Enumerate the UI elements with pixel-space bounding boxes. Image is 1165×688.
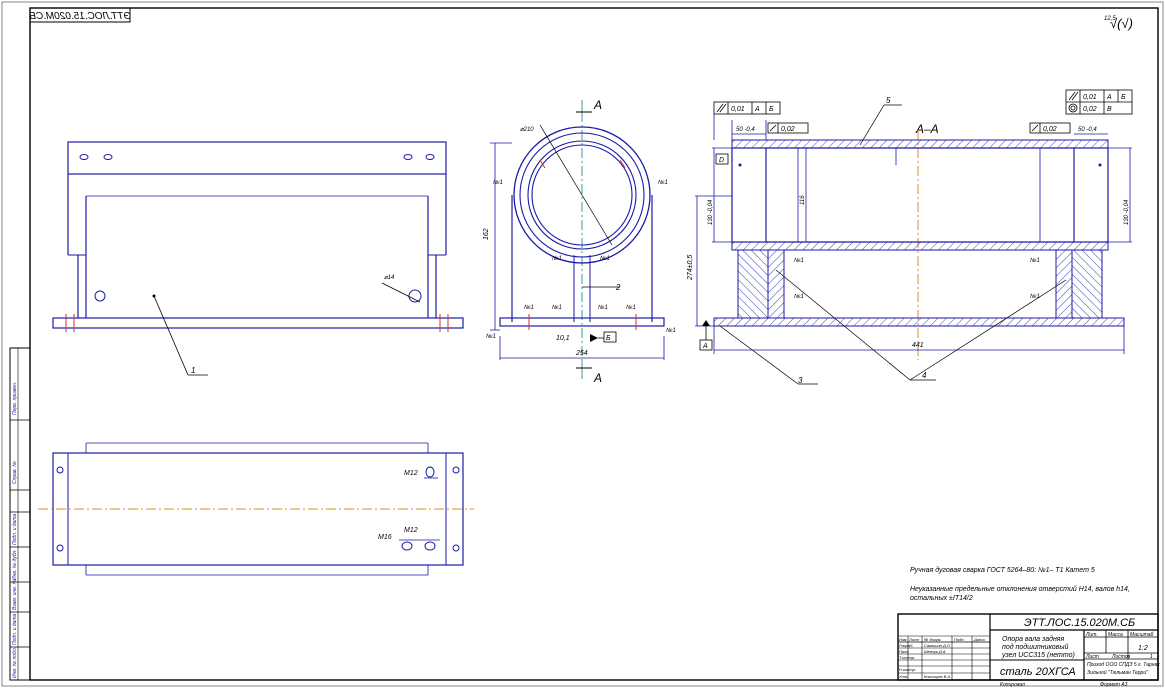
leader-1-label: 1 — [191, 366, 195, 375]
section-marker-bottom: А — [593, 371, 602, 385]
weld-n1-n: №1 — [1030, 293, 1040, 300]
row-prov: Пров. — [899, 649, 910, 654]
tol-parallel: 0,01 — [731, 106, 745, 113]
technical-notes: Ручная дуговая сварка ГОСТ 5264–80: №1– … — [910, 566, 1130, 602]
tol-parallel-ref-b: Б — [769, 106, 774, 113]
weld-n1-d: №1 — [600, 255, 610, 262]
side-podp-date2: Подп. и дата — [12, 613, 18, 645]
title-name-1: Опора вала задняя — [1002, 635, 1065, 643]
tol-right-flat: 0,02 — [1043, 126, 1057, 133]
title-block: Лит. Масса Масштаб 1:2 Лист Листов 1 При… — [897, 613, 1160, 681]
title-code: ЭТТ.ЛОС.15.020М.СБ — [1024, 617, 1135, 629]
weld-n1-l: №1 — [1030, 257, 1040, 264]
tol-right-1: 0,01 — [1083, 94, 1097, 101]
leader-3-label: 3 — [798, 376, 803, 385]
thread-m12-top: М12 — [404, 470, 418, 477]
dim-50-right: 50 -0,4 — [1078, 127, 1097, 133]
thread-m16: М16 — [378, 534, 392, 541]
top-view: М12 М12 М16 — [38, 442, 474, 576]
company-line-2: Зильной "Тюльман Терри" — [1087, 669, 1148, 676]
side-vzam-inv: Взам. инв. № — [12, 578, 18, 610]
side-stamp: Перв. примен. Справ. № Подп. и дата Инв.… — [9, 347, 31, 681]
copied-label: Копировал — [1000, 682, 1025, 688]
section-a-a: А–А 441 274±0,5 130 -0,04 130 -0,04 116 … — [687, 89, 1133, 385]
title-name-3: узел UCC315 (нетто) — [1001, 652, 1075, 659]
row-tkontr: Т.контр. — [899, 655, 915, 660]
company-line-1: Приход ООО СПДЗ 5 г. Тарнак — [1087, 662, 1160, 668]
name-prov: Шевчук Д.А. — [924, 649, 947, 654]
weld-n1-m: №1 — [794, 293, 804, 300]
side-sprav: Справ. № — [12, 461, 18, 484]
dim-130-left: 130 -0,04 — [708, 199, 714, 225]
title-name-2: под подшипниковый — [1002, 643, 1068, 651]
dim-130-right: 130 -0,04 — [1124, 199, 1130, 225]
tol-right-1-ref2: Б — [1121, 94, 1126, 101]
dia-210-label: ⌀210 — [520, 127, 534, 133]
sheet-label: Лист — [1085, 654, 1099, 660]
tol-right-1-ref: А — [1106, 94, 1112, 101]
stamp-code: ЭТТ.ЛОС.15.020М.СБ — [29, 11, 131, 22]
row-list: Лист — [908, 637, 920, 642]
row-nkontr: Н.контр. — [899, 667, 916, 672]
side-inv-dubl: Инв. № дубл. — [12, 549, 18, 580]
weld-n1-j: №1 — [666, 327, 676, 334]
dim-116-label: 116 — [800, 195, 806, 205]
thread-m12-bottom: М12 — [404, 527, 418, 534]
sheets-label: Листов — [1111, 654, 1131, 660]
dia-14-label: ⌀14 — [384, 275, 395, 281]
side-perv-primen: Перв. примен. — [12, 382, 18, 415]
drawing-sheet: ЭТТ.ЛОС.15.020М.СБ 12,5 √(√) Перв. приме… — [1, 1, 1164, 688]
tol-left-flat: 0,02 — [781, 126, 795, 133]
section-title: А–А — [915, 122, 939, 136]
dim-274-label: 274±0,5 — [687, 255, 694, 281]
weld-n1-g: №1 — [598, 304, 608, 311]
row-doc: № докум. — [924, 637, 942, 642]
leader-4-label: 4 — [922, 371, 927, 380]
leader-5-label: 5 — [886, 96, 891, 105]
note-line-1: Ручная дуговая сварка ГОСТ 5264–80: №1– … — [910, 566, 1095, 574]
side-podp-date1: Подп. и дата — [12, 513, 18, 545]
front-view: 1 ⌀14 — [52, 141, 464, 376]
dim-101-label: 10,1 — [556, 335, 570, 342]
name-utv: Козлищев В.А. — [924, 674, 951, 679]
tol-right-2-ref: В — [1107, 106, 1112, 113]
roughness-symbol: √(√) — [1110, 16, 1133, 31]
scale-value: 1:2 — [1138, 645, 1148, 652]
col-scale: Масштаб — [1130, 632, 1154, 638]
row-date: Дата — [973, 637, 985, 642]
weld-n1-k: №1 — [794, 257, 804, 264]
row-sign: Подп. — [954, 637, 965, 642]
datum-a: А — [702, 343, 708, 350]
row-utv: Утв. — [899, 674, 908, 679]
name-razrab: Самошин Д.Л. — [924, 643, 951, 648]
weld-n1-a: №1 — [493, 179, 503, 186]
weld-n1-b: №1 — [658, 179, 668, 186]
dim-441-label: 441 — [912, 342, 924, 349]
weld-n1-e: №1 — [524, 304, 534, 311]
datum-d: D — [719, 157, 724, 164]
row-razrab: Разраб. — [899, 643, 913, 648]
dim-162-label: 162 — [483, 228, 490, 240]
material-label: сталь 20ХГСА — [1000, 666, 1076, 678]
weld-n1-c: №1 — [552, 255, 562, 262]
sheets-count: 1 — [1150, 654, 1153, 660]
note-line-2: Неуказанные предельные отклонения отверс… — [910, 585, 1130, 593]
dim-254-label: 254 — [575, 350, 588, 357]
weld-n1-f: №1 — [552, 304, 562, 311]
row-izm: Изм. — [899, 637, 908, 642]
col-mass: Масса — [1108, 632, 1123, 638]
side-view: ⌀210 162 254 10,1 Б 2 А А №1 №1 №1 №1 №1… — [483, 98, 676, 385]
datum-b-box: Б — [606, 335, 611, 342]
side-inv-podl: Инв. № подл. — [12, 647, 18, 678]
tol-right-2: 0,02 — [1083, 106, 1097, 113]
weld-n1-i: №1 — [486, 333, 496, 340]
format-label: Формат А3 — [1100, 682, 1128, 688]
col-lit: Лит. — [1085, 632, 1098, 638]
weld-n1-h: №1 — [626, 304, 636, 311]
leader-2-label: 2 — [615, 283, 621, 292]
dim-50-left: 50 -0,4 — [736, 127, 755, 133]
section-marker-top: А — [593, 98, 602, 112]
note-line-3: остальных ±IT14/2 — [910, 595, 973, 602]
tol-parallel-ref-a: А — [754, 106, 760, 113]
